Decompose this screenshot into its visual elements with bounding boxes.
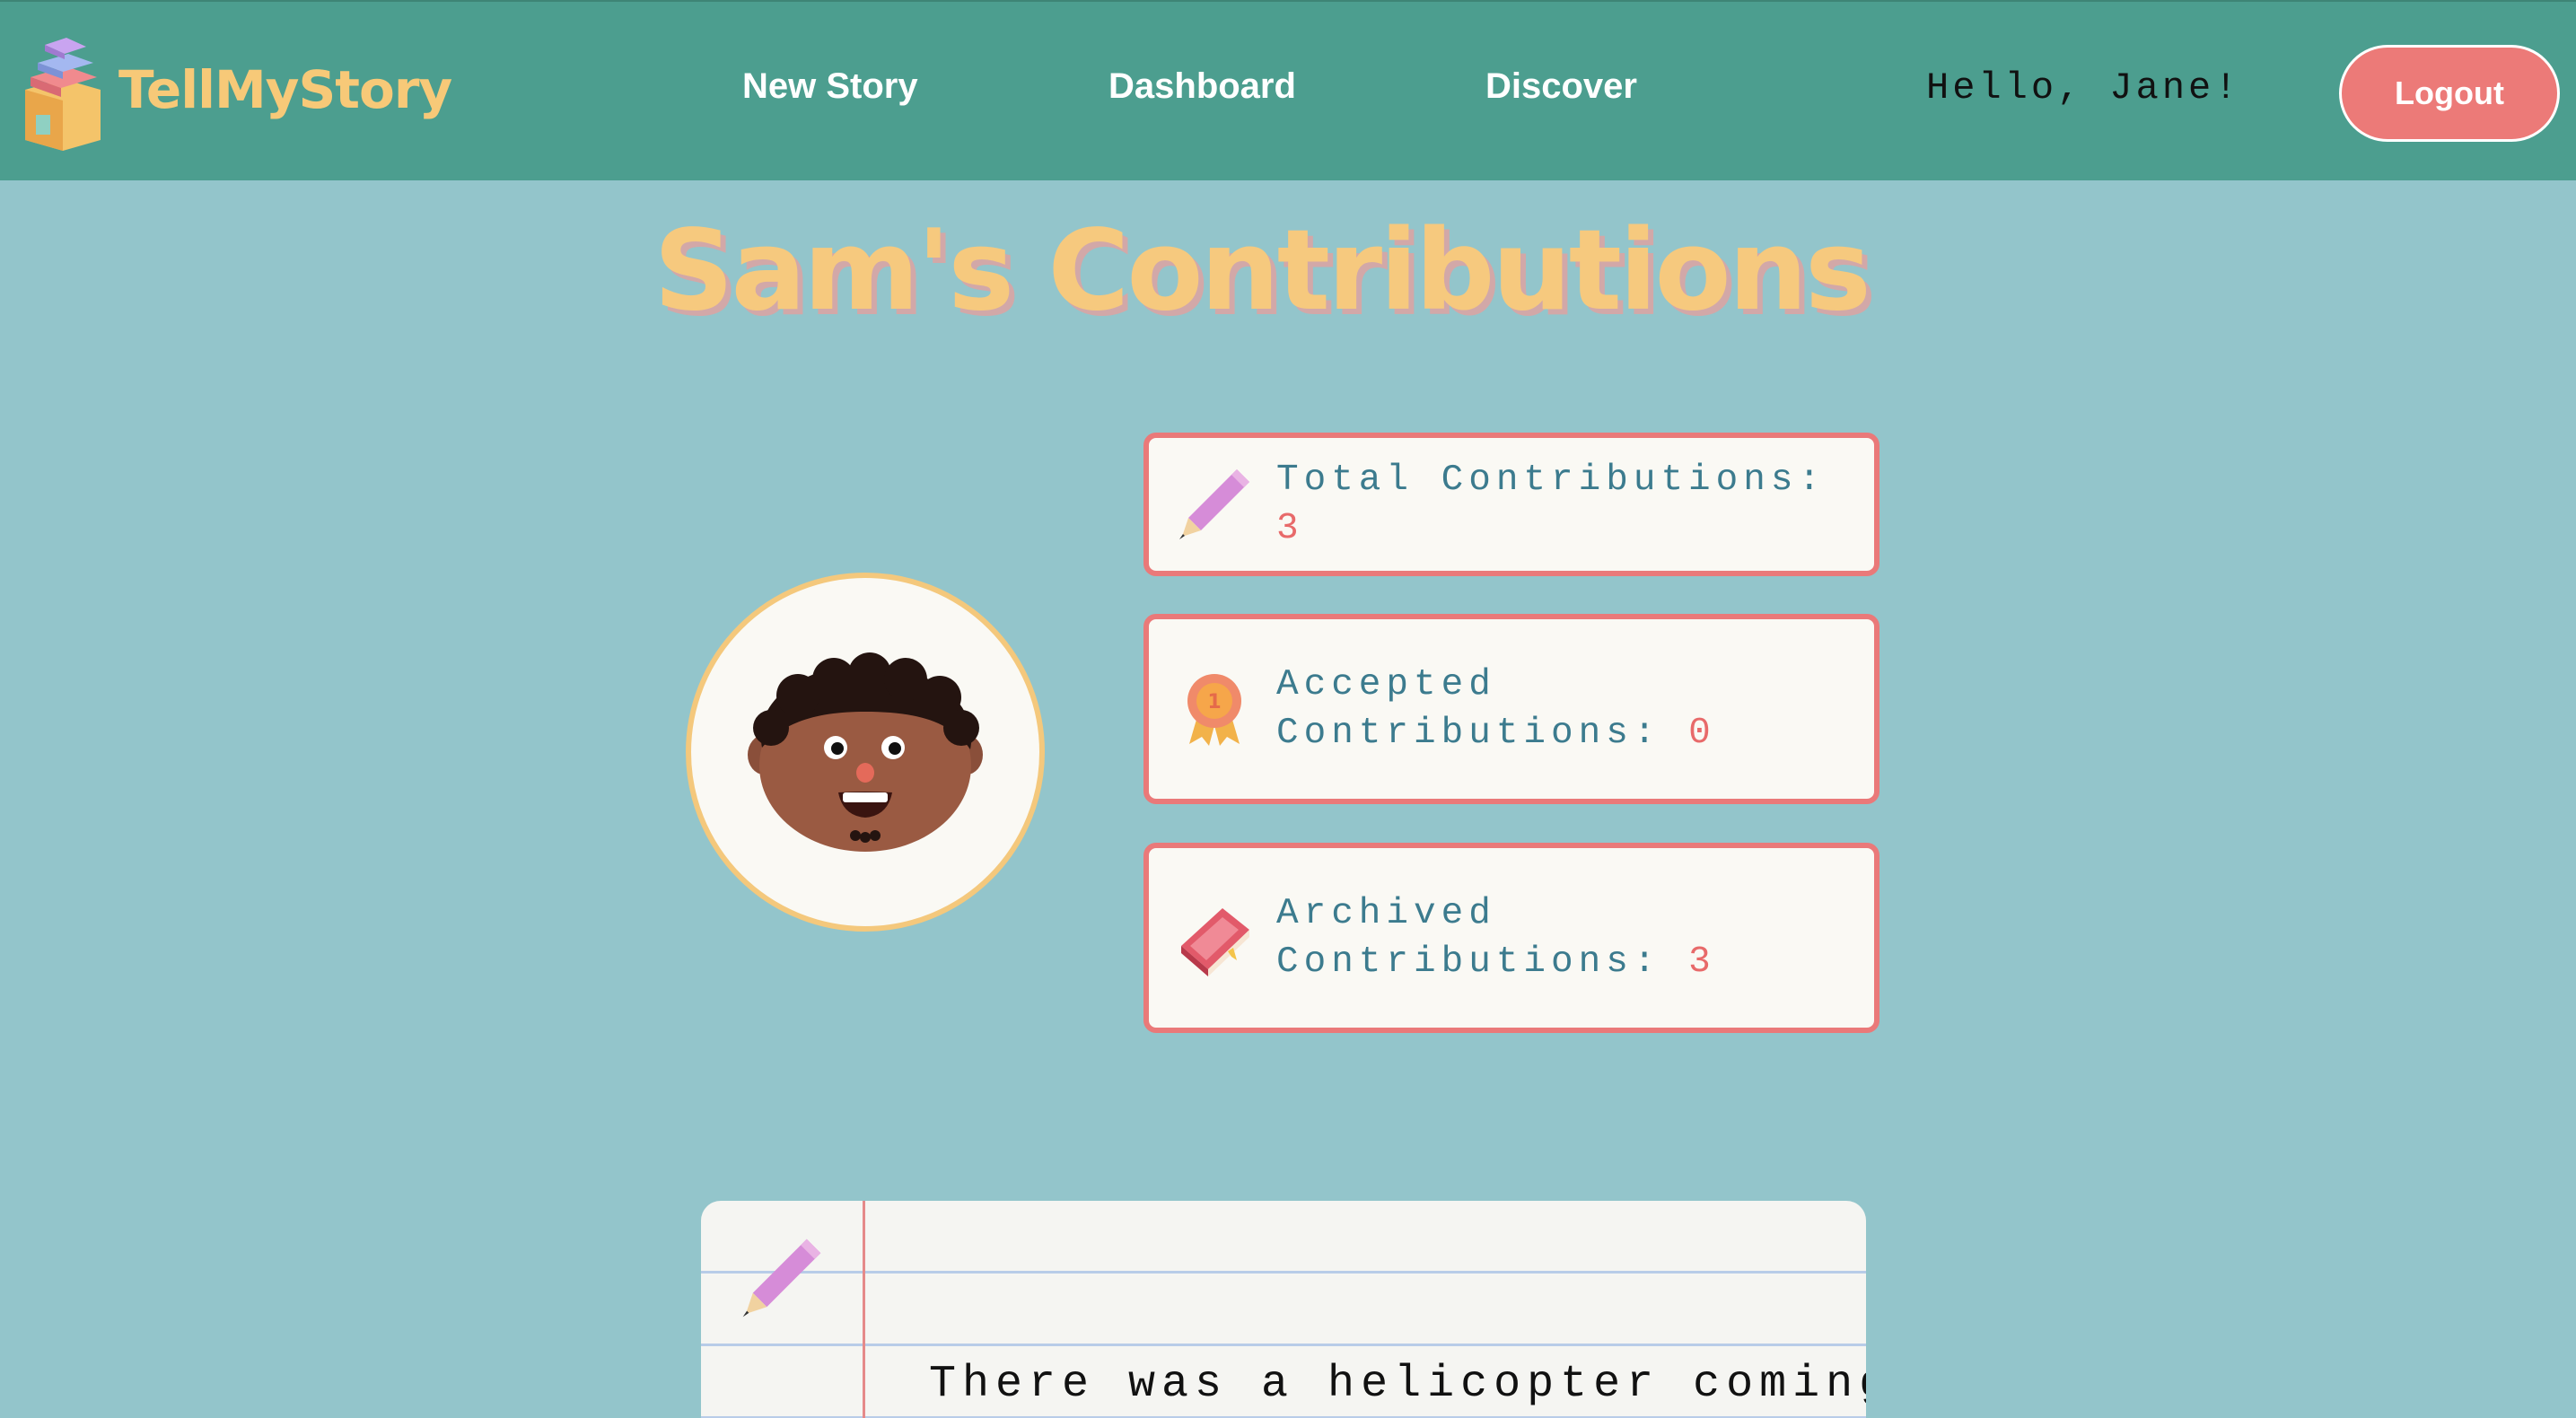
brand[interactable]: TellMyStory <box>18 27 452 153</box>
pencil-icon <box>1165 455 1264 554</box>
stat-card-total: Total Contributions: 3 <box>1143 433 1879 576</box>
stat-label-total: Total Contributions: <box>1276 460 1827 501</box>
nav-dashboard[interactable]: Dashboard <box>1108 66 1296 107</box>
page-title: Sam's Contributions <box>653 206 1871 336</box>
navbar: TellMyStory New Story Dashboard Discover… <box>0 0 2576 180</box>
award-ribbon-icon: 1 <box>1165 660 1264 758</box>
story-text: There was a helicopter coming <box>929 1359 1866 1410</box>
book-icon <box>1165 888 1264 987</box>
user-greeting: Hello, Jane! <box>1926 66 2241 109</box>
stat-text-archived: Archived Contributions: 3 <box>1276 889 1833 986</box>
stat-label-accepted-line1: Accepted <box>1276 664 1496 705</box>
stat-value-total: 3 <box>1276 508 1304 549</box>
stat-value-accepted: 0 <box>1688 713 1716 754</box>
nav-discover[interactable]: Discover <box>1485 66 1637 107</box>
stat-label-accepted-line2: Contributions: <box>1276 713 1661 754</box>
notebook-margin-line <box>863 1201 865 1418</box>
stat-label-archived-line2: Contributions: <box>1276 941 1661 983</box>
nav-new-story[interactable]: New Story <box>742 66 918 107</box>
pencil-icon <box>737 1233 836 1332</box>
stat-label-archived-line1: Archived <box>1276 893 1496 934</box>
stat-text-total: Total Contributions: 3 <box>1276 456 1833 553</box>
books-house-logo-icon <box>25 38 101 151</box>
stat-card-archived: Archived Contributions: 3 <box>1143 843 1879 1033</box>
avatar <box>686 573 1045 932</box>
logout-button[interactable]: Logout <box>2339 45 2560 142</box>
stat-text-accepted: Accepted Contributions: 0 <box>1276 661 1833 757</box>
svg-text:1: 1 <box>1207 691 1221 713</box>
page: TellMyStory New Story Dashboard Discover… <box>0 0 2576 1418</box>
stat-value-archived: 3 <box>1688 941 1716 983</box>
child-face-avatar-icon <box>748 652 983 852</box>
brand-name: TellMyStory <box>118 59 452 120</box>
story-contribution-card[interactable]: There was a helicopter coming <box>701 1201 1866 1418</box>
stat-card-accepted: 1 Accepted Contributions: 0 <box>1143 614 1879 804</box>
